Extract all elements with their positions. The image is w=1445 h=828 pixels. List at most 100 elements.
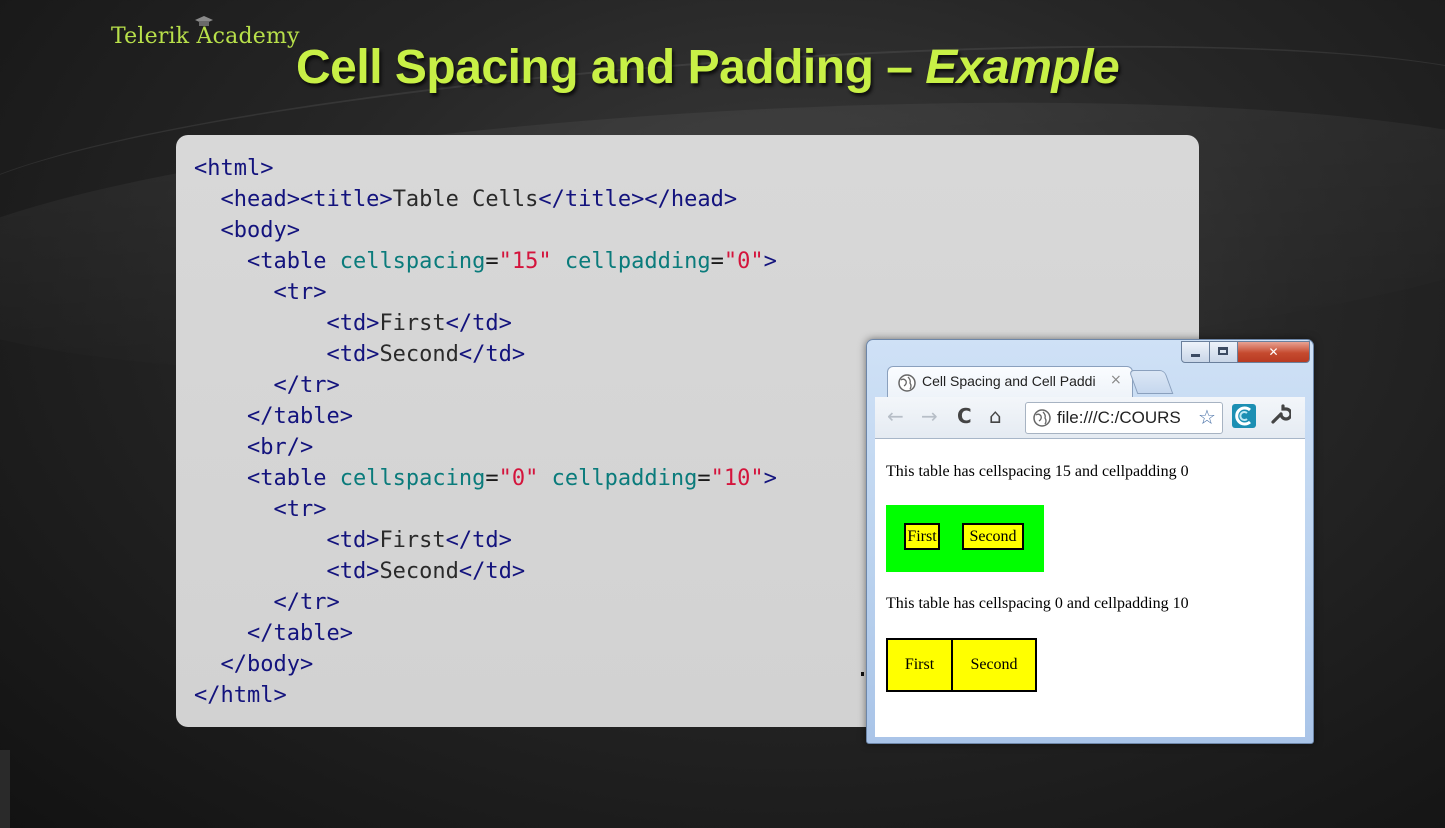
tab-close-icon[interactable]: ×	[1110, 372, 1122, 388]
browser-tab[interactable]: Cell Spacing and Cell Paddi ×	[887, 366, 1133, 398]
code-line: <td>Second</td>	[194, 339, 777, 370]
code-token-attr: cellspacing	[339, 249, 486, 274]
graduation-cap-icon	[195, 16, 213, 26]
code-token-txt: Table Cells	[392, 187, 539, 212]
page-viewport: This table has cellspacing 15 and cellpa…	[875, 439, 1305, 737]
code-token-tag: <tr>	[194, 280, 327, 305]
code-token-tag: </title></head>	[538, 187, 738, 212]
url-text: file:///C:/COURS	[1057, 408, 1181, 427]
close-icon: ✕	[1268, 345, 1279, 359]
code-token-val: "0"	[498, 466, 539, 491]
edge-bar	[0, 750, 10, 828]
code-line: <tr>	[194, 494, 777, 525]
code-token-tag: <head><title>	[194, 187, 393, 212]
slide-title-emphasis: Example	[925, 41, 1120, 94]
code-token-attr: cellspacing	[339, 466, 486, 491]
code-line: <table cellspacing="15" cellpadding="0">	[194, 246, 777, 277]
table2-cell-second: Second	[970, 656, 1018, 673]
code-line: </html>	[194, 680, 777, 711]
code-token-val: "10"	[710, 466, 764, 491]
code-token-txt: First	[379, 311, 446, 336]
code-token-tag: </body>	[194, 652, 314, 677]
home-icon[interactable]: ⌂	[989, 404, 1002, 428]
paragraph-2: This table has cellspacing 0 and cellpad…	[886, 595, 1189, 612]
stray-mark	[861, 672, 864, 676]
code-line: <br/>	[194, 432, 777, 463]
code-token-tag: </table>	[194, 404, 353, 429]
paragraph-1: This table has cellspacing 15 and cellpa…	[886, 463, 1189, 480]
code-line: </table>	[194, 401, 777, 432]
code-token-tag: >	[763, 466, 777, 491]
table-cellspacing-15: First Second	[886, 505, 1044, 572]
code-token-tag: <table	[194, 466, 340, 491]
slide-title-main: Cell Spacing and Padding –	[296, 41, 926, 94]
bookmark-star-icon[interactable]: ☆	[1198, 405, 1216, 429]
code-token-tag: </html>	[194, 683, 287, 708]
code-token-eq: =	[485, 466, 499, 491]
code-line: </tr>	[194, 370, 777, 401]
code-token-tag: <body>	[194, 218, 300, 243]
code-token-tag: </td>	[445, 311, 512, 336]
code-token-tag: <html>	[194, 156, 274, 181]
code-line: <body>	[194, 215, 777, 246]
code-line: <td>First</td>	[194, 308, 777, 339]
code-token-txt: Second	[379, 342, 459, 367]
code-block: <html> <head><title>Table Cells</title><…	[194, 153, 777, 711]
code-token-eq: =	[710, 249, 724, 274]
minimize-icon	[1191, 354, 1200, 357]
code-token-txt: First	[379, 528, 446, 553]
code-token-tag: >	[763, 249, 777, 274]
code-token-eq: =	[697, 466, 711, 491]
code-token-attr: cellpadding	[564, 249, 711, 274]
back-arrow-icon[interactable]: ←	[887, 404, 904, 428]
code-token-tag: <td>	[194, 311, 380, 336]
code-token-tag: <td>	[194, 559, 380, 584]
code-line: <tr>	[194, 277, 777, 308]
forward-arrow-icon[interactable]: →	[921, 404, 938, 428]
code-token-eq: =	[485, 249, 499, 274]
code-line: <td>Second</td>	[194, 556, 777, 587]
code-line: </table>	[194, 618, 777, 649]
code-token-tag: <table	[194, 249, 340, 274]
wrench-icon[interactable]	[1269, 403, 1293, 430]
code-token-tag: <br/>	[194, 435, 314, 460]
code-token-tag: </td>	[458, 342, 526, 367]
table2-cell-first: First	[888, 640, 953, 690]
tab-title: Cell Spacing and Cell Paddi	[922, 373, 1096, 389]
code-token-tag: </tr>	[194, 590, 340, 615]
slide-title: Cell Spacing and Padding – Example	[296, 40, 1120, 95]
code-token-val: "15"	[498, 249, 552, 274]
reload-icon[interactable]: C	[957, 404, 972, 428]
code-token-attr: cellpadding	[551, 466, 698, 491]
code-line: <html>	[194, 153, 777, 184]
extension-icon[interactable]	[1231, 403, 1257, 429]
code-token-tag: </table>	[194, 621, 353, 646]
close-window-button[interactable]: ✕	[1237, 341, 1310, 363]
code-line: </tr>	[194, 587, 777, 618]
code-token-tag: </tr>	[194, 373, 340, 398]
code-token-tag: <td>	[194, 342, 380, 367]
code-token-tag: <tr>	[194, 497, 327, 522]
maximize-button[interactable]	[1209, 341, 1238, 363]
code-line: <table cellspacing="0" cellpadding="10">	[194, 463, 777, 494]
page-globe-icon	[1033, 409, 1051, 427]
browser-toolbar: ← → C ⌂ file:///C:/COURS ☆	[875, 397, 1305, 439]
code-token-txt: Second	[379, 559, 459, 584]
wrench-glyph-icon	[1271, 404, 1293, 424]
address-bar[interactable]: file:///C:/COURS ☆	[1025, 402, 1223, 434]
code-line: <head><title>Table Cells</title></head>	[194, 184, 777, 215]
code-line: <td>First</td>	[194, 525, 777, 556]
code-token-tag: <td>	[194, 528, 380, 553]
table1-cell-first: First	[904, 523, 940, 550]
code-token-val: "0"	[723, 249, 764, 274]
code-line: </body>	[194, 649, 777, 680]
table-cellpadding-10: First Second	[886, 638, 1037, 692]
minimize-button[interactable]	[1181, 341, 1210, 363]
code-token-tag: </td>	[458, 559, 526, 584]
telerik-academy-logo: Telerik Academy	[111, 16, 300, 49]
browser-window: ✕ Cell Spacing and Cell Paddi × ← → C ⌂ …	[866, 339, 1314, 744]
new-tab-button[interactable]	[1128, 370, 1174, 394]
globe-icon	[898, 374, 916, 392]
